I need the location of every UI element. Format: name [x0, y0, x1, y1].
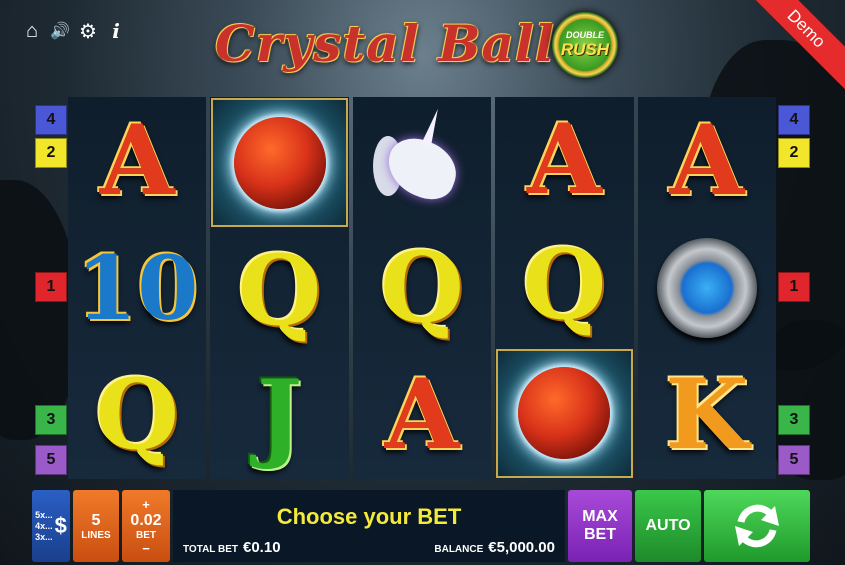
card-symbol: Q [95, 358, 180, 472]
reel-cell: Q [353, 224, 491, 351]
sound-icon[interactable]: 🔊 [50, 20, 70, 42]
reel-cell: A [68, 97, 206, 224]
reel-2: QJ [210, 97, 349, 479]
line-marker-5[interactable]: 5 [778, 445, 810, 475]
coins-label-3: 3x... [35, 531, 53, 542]
card-symbol: A [384, 358, 460, 472]
line-marker-3[interactable]: 3 [35, 405, 67, 435]
lines-value: 5 [91, 511, 101, 529]
control-bar: 5x... 4x... 3x... $ 5 LINES + 0.02 BET −… [32, 490, 810, 562]
settings-icon[interactable]: ⚙ [78, 20, 98, 43]
card-symbol: Q [237, 233, 322, 347]
card-symbol: A [99, 103, 175, 217]
reel-cell [211, 98, 348, 228]
game-title: Crystal Ball [215, 14, 555, 73]
card-symbol: Q [380, 230, 464, 344]
line-marker-3[interactable]: 3 [778, 405, 810, 435]
lines-label: LINES [81, 529, 111, 541]
reel-cell [353, 97, 491, 224]
coins-label-4: 4x... [35, 520, 53, 531]
reel-cell: Q [210, 228, 348, 353]
crystal-ball-symbol [518, 367, 611, 460]
line-marker-4[interactable]: 4 [778, 105, 810, 135]
amulet-symbol [656, 237, 757, 338]
card-symbol: A [527, 102, 602, 216]
reel-cell: A [353, 352, 491, 479]
reel-cell: A [638, 97, 776, 224]
bet-control: + 0.02 BET − [122, 490, 170, 562]
card-symbol: Q [522, 227, 607, 341]
info-icon[interactable]: i [106, 19, 126, 43]
auto-label: AUTO [645, 517, 691, 534]
reel-cell: 10 [68, 224, 206, 351]
auto-button[interactable]: AUTO [635, 490, 701, 562]
reel-cell: Q [495, 222, 633, 347]
bet-label: BET [136, 529, 156, 541]
line-marker-1[interactable]: 1 [35, 272, 67, 302]
paytable-button[interactable]: 5x... 4x... 3x... $ [32, 490, 70, 562]
balance-label: BALANCE [434, 544, 484, 555]
reel-cell: Q [68, 352, 206, 479]
line-marker-1[interactable]: 1 [778, 272, 810, 302]
max-bet-line1: MAX [582, 508, 618, 525]
reel-3: QA [352, 97, 492, 479]
max-bet-button[interactable]: MAX BET [568, 490, 632, 562]
total-bet-value: €0.10 [243, 539, 281, 556]
reel-cell: J [210, 354, 348, 479]
line-marker-2[interactable]: 2 [778, 138, 810, 168]
bet-plus-button[interactable]: + [142, 497, 150, 512]
bet-value: 0.02 [130, 511, 162, 529]
card-symbol: 10 [75, 235, 199, 340]
spin-button[interactable] [704, 490, 810, 562]
card-symbol: K [665, 358, 749, 472]
reel-cell: K [638, 352, 776, 479]
reel-5: AK [637, 97, 777, 479]
max-bet-line2: BET [584, 526, 616, 543]
badge-line1: DOUBLE [566, 30, 604, 40]
info-panel: Choose your BET TOTAL BET €0.10 BALANCE €5… [173, 490, 565, 562]
card-symbol: A [669, 103, 745, 217]
balance: BALANCE €5,000.00 [434, 539, 555, 556]
balance-value: €5,000.00 [488, 539, 555, 556]
card-symbol: J [256, 359, 303, 473]
spin-icon [735, 504, 779, 548]
lines-button[interactable]: 5 LINES [73, 490, 119, 562]
top-toolbar: ⌂ 🔊 ⚙ i [22, 19, 126, 43]
status-message: Choose your BET [276, 504, 462, 529]
reel-1: A 10 Q [68, 97, 207, 479]
reel-4: AQ [495, 97, 634, 479]
line-marker-2[interactable]: 2 [35, 138, 67, 168]
bet-minus-button[interactable]: − [142, 541, 150, 556]
reel-cell: A [495, 97, 633, 222]
reel-cell [496, 348, 633, 478]
home-icon[interactable]: ⌂ [22, 20, 42, 42]
total-bet: TOTAL BET €0.10 [183, 539, 281, 556]
reel-grid: A 10 Q Q J Q A A Q A K [68, 97, 777, 479]
badge-line2: RUSH [560, 40, 610, 59]
line-marker-4[interactable]: 4 [35, 105, 67, 135]
coins-label-5: 5x... [35, 509, 53, 520]
dollar-icon: $ [54, 513, 67, 538]
crystal-ball-symbol [233, 116, 326, 209]
double-rush-badge: DOUBLE RUSH [552, 12, 618, 78]
total-bet-label: TOTAL BET [183, 544, 238, 555]
reel-cell [638, 224, 776, 351]
unicorn-symbol [367, 106, 477, 216]
line-marker-5[interactable]: 5 [35, 445, 67, 475]
